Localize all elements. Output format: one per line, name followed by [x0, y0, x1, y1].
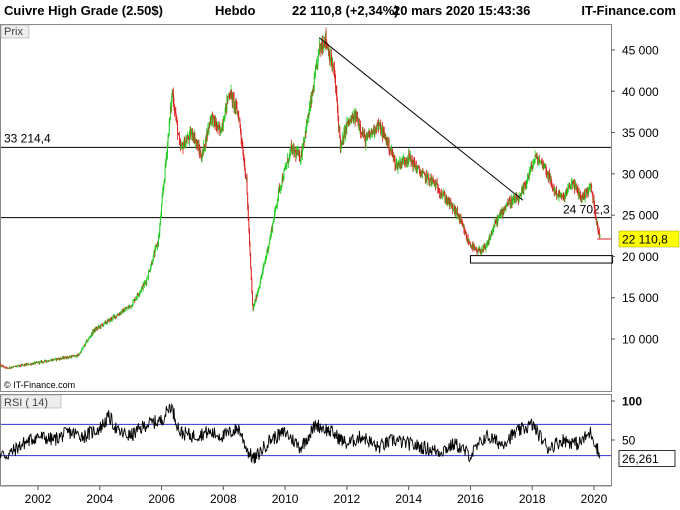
time-tick-label: 2008	[210, 492, 237, 506]
time-tick-label: 2004	[86, 492, 113, 506]
price-tick-label: 40 000	[622, 85, 659, 99]
candle-body	[49, 360, 51, 362]
candle-body	[250, 254, 252, 267]
candle-body	[223, 121, 225, 122]
price-candle	[440, 188, 442, 199]
last-price-label: 22 110,8	[622, 232, 668, 246]
price-candle	[322, 35, 323, 55]
candle-body	[231, 91, 233, 94]
rsi-value-label: 26,261	[622, 452, 659, 466]
price-candle	[251, 290, 253, 306]
candle-body	[388, 139, 390, 151]
time-tick-label: 2010	[272, 492, 299, 506]
price-candle	[286, 162, 288, 170]
candle-body	[45, 360, 47, 362]
candle-body	[251, 279, 253, 292]
rsi-tick-label: 50	[622, 434, 636, 448]
candle-body	[251, 291, 253, 305]
candle-body	[159, 217, 161, 226]
candle-body	[249, 244, 251, 255]
candle-body	[313, 76, 315, 91]
price-candle	[161, 203, 163, 219]
candle-body	[286, 162, 288, 167]
candle-body	[246, 177, 248, 193]
rsi-panel-label: RSI ( 14)	[4, 397, 48, 409]
candle-body	[177, 123, 179, 135]
candle-body	[337, 109, 339, 117]
price-candle	[332, 62, 334, 75]
rsi-tick-label: 100	[622, 395, 642, 409]
candle-body	[493, 226, 495, 231]
price-tick-label: 45 000	[622, 44, 659, 58]
price-candle	[177, 120, 179, 140]
candle-body	[485, 246, 487, 250]
price-tick-label: 25 000	[622, 209, 659, 223]
candle-body	[221, 131, 223, 133]
price-tick-label: 15 000	[622, 291, 659, 305]
candle-body	[72, 355, 73, 357]
candle-body	[591, 184, 593, 192]
candle-body	[161, 204, 163, 215]
price-candle	[250, 252, 252, 269]
period-label: Hebdo	[215, 3, 256, 18]
quote-label: 22 110,8 (+2,34%)	[292, 3, 399, 18]
instrument-title: Cuivre High Grade (2.50$)	[4, 3, 163, 18]
price-tick-label: 35 000	[622, 126, 659, 140]
time-tick-label: 2002	[25, 492, 52, 506]
candle-body	[159, 225, 161, 234]
price-candle	[516, 192, 518, 204]
time-tick-label: 2016	[457, 492, 484, 506]
price-candle	[346, 116, 348, 134]
candle-body	[276, 200, 278, 205]
candle-body	[73, 356, 75, 358]
price-tick-label: 10 000	[622, 333, 659, 347]
time-tick-label: 2018	[519, 492, 546, 506]
candle-body	[427, 174, 429, 180]
price-panel-label: Prix	[4, 26, 23, 38]
price-candle	[599, 234, 601, 238]
candle-body	[148, 271, 149, 278]
price-candle	[429, 173, 431, 188]
price-candle	[246, 173, 248, 195]
candle-body	[523, 184, 525, 192]
price-candle	[591, 184, 593, 193]
candle-body	[259, 283, 261, 287]
candle-body	[239, 120, 241, 125]
copyright-label: © IT-Finance.com	[4, 380, 75, 390]
candle-body	[6, 367, 8, 368]
time-tick-label: 2020	[581, 492, 608, 506]
time-tick-label: 2014	[395, 492, 422, 506]
price-candle	[142, 281, 144, 292]
candle-body	[360, 125, 362, 133]
horizontal-level-label: 33 214,4	[4, 131, 51, 145]
candle-body	[306, 122, 307, 133]
candle-body	[146, 278, 148, 284]
price-tick-label: 20 000	[622, 250, 659, 264]
time-tick-label: 2006	[148, 492, 175, 506]
price-candle	[272, 222, 274, 234]
candle-body	[283, 170, 285, 179]
candle-body	[272, 222, 274, 231]
site-label: IT-Finance.com	[581, 3, 676, 18]
candle-body	[568, 186, 569, 189]
candle-body	[599, 235, 601, 237]
candle-body	[186, 139, 188, 143]
candle-body	[152, 261, 154, 264]
time-tick-label: 2012	[334, 492, 361, 506]
horizontal-level-label: 24 702,3	[563, 203, 610, 217]
candle-body	[201, 157, 203, 161]
chart-stage: Cuivre High Grade (2.50$) Hebdo 22 110,8…	[0, 0, 680, 510]
candle-body	[418, 167, 420, 172]
candle-body	[126, 308, 128, 309]
candle-body	[132, 301, 134, 305]
price-tick-label: 30 000	[622, 167, 659, 181]
datetime-label: 20 mars 2020 15:43:36	[393, 3, 530, 18]
candle-body	[161, 196, 163, 205]
candle-body	[314, 69, 316, 76]
candle-body	[240, 132, 242, 139]
